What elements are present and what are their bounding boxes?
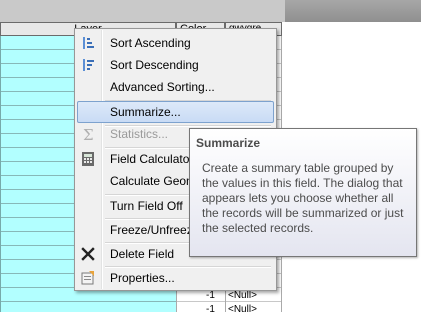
menu-item-label: Statistics... — [110, 127, 169, 141]
sort-descending-icon — [80, 57, 96, 73]
table-cell-color[interactable]: -1 — [206, 304, 215, 316]
window-titlebar-dark — [285, 0, 421, 22]
calculator-icon — [80, 151, 96, 167]
menu-item-label: Summarize... — [110, 105, 181, 119]
menu-item-advanced-sorting[interactable]: Advanced Sorting... — [77, 76, 274, 98]
menu-item-label: Properties... — [110, 271, 175, 285]
menu-item-label: Advanced Sorting... — [110, 80, 215, 94]
sigma-icon: Σ — [80, 126, 96, 144]
menu-item-label: Turn Field Off — [110, 199, 183, 213]
tooltip-title: Summarize — [196, 136, 261, 150]
table-cell-gwygre[interactable]: <Null> — [228, 290, 257, 302]
menu-item-summarize[interactable]: Summarize... — [77, 101, 274, 123]
menu-item-properties[interactable]: Properties... — [77, 267, 274, 289]
svg-text:Σ: Σ — [83, 126, 94, 142]
menu-item-label: Sort Ascending — [110, 36, 191, 50]
properties-icon — [80, 270, 96, 286]
table-cell-color[interactable]: -1 — [206, 290, 215, 302]
menu-item-label: Delete Field — [110, 247, 175, 261]
tooltip-body: Create a summary table grouped by the va… — [202, 161, 404, 235]
menu-item-label: Sort Descending — [110, 58, 199, 72]
menu-item-sort-descending[interactable]: Sort Descending — [77, 54, 274, 76]
sort-ascending-icon — [80, 35, 96, 51]
window-top-bar — [0, 0, 421, 22]
delete-x-icon — [80, 246, 96, 262]
table-cell-gwygre[interactable]: <Null> — [228, 304, 257, 316]
summarize-tooltip: Summarize Create a summary table grouped… — [189, 128, 417, 257]
menu-item-sort-ascending[interactable]: Sort Ascending — [77, 32, 274, 54]
